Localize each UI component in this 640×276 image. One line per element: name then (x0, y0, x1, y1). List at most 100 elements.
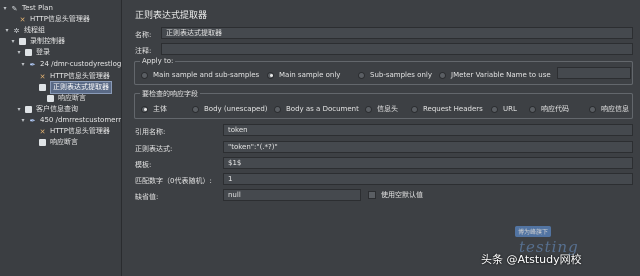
radio-dot (141, 105, 148, 113)
radio-body[interactable]: 主体 (141, 104, 167, 114)
radio-dot (267, 71, 274, 79)
tree-toggle-icon[interactable]: ▾ (16, 104, 22, 115)
radio-dot (358, 71, 365, 79)
radio-dot (491, 105, 498, 113)
jmeter-variable-input[interactable] (557, 67, 631, 79)
tree-node[interactable]: 响应断言 (30, 137, 78, 148)
tree-node[interactable]: 响应断言 (38, 93, 86, 104)
test-plan-icon: ✎ (11, 4, 18, 13)
template-label: 模板: (135, 161, 152, 169)
radio-response-message[interactable]: 响应信息 (589, 104, 629, 114)
tree-node-label: 登录 (36, 48, 50, 56)
stamp-tag: 博为峰旗下 (515, 226, 552, 237)
radio-dot (192, 105, 199, 113)
radio-main-and-sub[interactable]: Main sample and sub-samples (141, 70, 259, 80)
radio-url[interactable]: URL (491, 104, 517, 114)
use-empty-default-checkbox[interactable]: 使用空默认值 (368, 190, 423, 200)
radio-dot (439, 71, 446, 79)
doc-icon (47, 95, 54, 102)
radio-headers[interactable]: 信息头 (365, 104, 398, 114)
field-to-check-group: 要检查的响应字段 主体 Body (unescaped) Body as a D… (134, 89, 633, 119)
tree-node-label: 客户信息查询 (36, 105, 78, 113)
tree-node[interactable]: 正则表达式提取器 (30, 81, 112, 94)
template-field[interactable]: $1$ (223, 157, 633, 169)
radio-label: Body (unescaped) (204, 105, 268, 113)
name-field[interactable]: 正则表达式提取器 (161, 27, 633, 39)
tree-toggle-icon[interactable]: ▾ (2, 3, 8, 14)
reference-name-field[interactable]: token (223, 124, 633, 136)
regex-label: 正则表达式: (135, 145, 173, 153)
radio-label: Request Headers (423, 105, 483, 113)
tree-node[interactable]: ✕ HTTP信息头管理器 (30, 126, 110, 137)
tree-node[interactable]: ▾ ✒ 450 /dmrrestcustomern (20, 115, 121, 126)
tree-node-label: HTTP信息头管理器 (30, 15, 90, 23)
checkbox-label: 使用空默认值 (381, 191, 423, 199)
tree-node-label: HTTP信息头管理器 (50, 127, 110, 135)
wrench-icon: ✕ (19, 15, 26, 24)
radio-dot (274, 105, 281, 113)
tree-toggle-icon[interactable]: ▾ (10, 36, 16, 47)
radio-label: URL (503, 105, 517, 113)
radio-sub-only[interactable]: Sub-samples only (358, 70, 432, 80)
default-value-label: 缺省值: (135, 193, 159, 201)
reference-name-label: 引用名称: (135, 128, 166, 136)
doc-icon (25, 49, 32, 56)
pen-icon: ✒ (29, 60, 36, 69)
tree-node-label: 24 /dmr-custodyrestlogi (40, 60, 122, 68)
radio-label: JMeter Variable Name to use (451, 71, 551, 79)
radio-dot (529, 105, 536, 113)
radio-label: 响应代码 (541, 105, 569, 113)
doc-icon (39, 139, 46, 146)
match-no-label: 匹配数字（0代表随机）: (135, 177, 212, 185)
radio-label: Main sample only (279, 71, 341, 79)
tree-toggle-icon[interactable]: ▾ (20, 115, 26, 126)
tree-node[interactable]: ▾ ✎ Test Plan (2, 3, 53, 14)
default-value-field[interactable]: null (223, 189, 361, 201)
match-no-field[interactable]: 1 (223, 173, 633, 185)
wrench-icon: ✕ (39, 127, 46, 136)
name-label: 名称: (135, 31, 152, 39)
tree-node-label: 响应断言 (58, 94, 86, 102)
tree-node[interactable]: ▾ ✲ 线程组 (4, 25, 45, 36)
radio-label: 响应信息 (601, 105, 629, 113)
radio-request-headers[interactable]: Request Headers (411, 104, 483, 114)
comment-field[interactable] (161, 43, 633, 55)
tree-node-label: 录制控制器 (30, 37, 65, 45)
radio-body-as-document[interactable]: Body as a Document (274, 104, 359, 114)
tree-toggle-icon[interactable]: ▾ (4, 25, 10, 36)
radio-response-code[interactable]: 响应代码 (529, 104, 569, 114)
checkbox-box (368, 191, 376, 199)
tree-node[interactable]: ▾ 录制控制器 (10, 36, 65, 47)
wrench-icon: ✕ (39, 72, 46, 81)
doc-icon (25, 106, 32, 113)
tree-toggle-icon[interactable]: ▾ (16, 47, 22, 58)
doc-icon (39, 84, 46, 91)
gear-icon: ✲ (13, 26, 20, 35)
field-to-check-title: 要检查的响应字段 (140, 89, 200, 99)
tree-node[interactable]: ▾ ✒ 24 /dmr-custodyrestlogi (20, 59, 122, 70)
tree-node[interactable]: ✕ HTTP信息头管理器 (10, 14, 90, 25)
radio-label: Body as a Document (286, 105, 359, 113)
doc-icon (19, 38, 26, 45)
tree-node[interactable]: ▾ 客户信息查询 (16, 104, 78, 115)
apply-to-group: Apply to: Main sample and sub-samples Ma… (134, 57, 633, 85)
radio-main-only[interactable]: Main sample only (267, 70, 340, 80)
tree-node-label: 线程组 (24, 26, 45, 34)
radio-label: Sub-samples only (370, 71, 432, 79)
radio-body-unescaped[interactable]: Body (unescaped) (192, 104, 268, 114)
panel-title: 正则表达式提取器 (135, 11, 208, 21)
tree-node-label: Test Plan (22, 4, 53, 12)
apply-to-title: Apply to: (140, 57, 176, 65)
tree-node[interactable]: ▾ 登录 (16, 47, 50, 58)
tree-toggle-icon[interactable]: ▾ (20, 59, 26, 70)
watermark-caption: 头条 @Atstudy网校 (481, 253, 582, 266)
radio-jmeter-variable[interactable]: JMeter Variable Name to use (439, 70, 551, 80)
tree-node-label: 响应断言 (50, 138, 78, 146)
radio-label: 主体 (153, 105, 167, 113)
radio-dot (365, 105, 372, 113)
regex-field[interactable]: "token":"(.*?)" (223, 141, 633, 153)
test-plan-tree[interactable]: ▾ ✎ Test Plan ✕ HTTP信息头管理器 ▾ ✲ 线程组 ▾ 录制控制器 ▾ 登录 ▾ ✒ 24… (0, 0, 122, 276)
comment-label: 注释: (135, 47, 152, 55)
radio-label: 信息头 (377, 105, 398, 113)
radio-label: Main sample and sub-samples (153, 71, 260, 79)
